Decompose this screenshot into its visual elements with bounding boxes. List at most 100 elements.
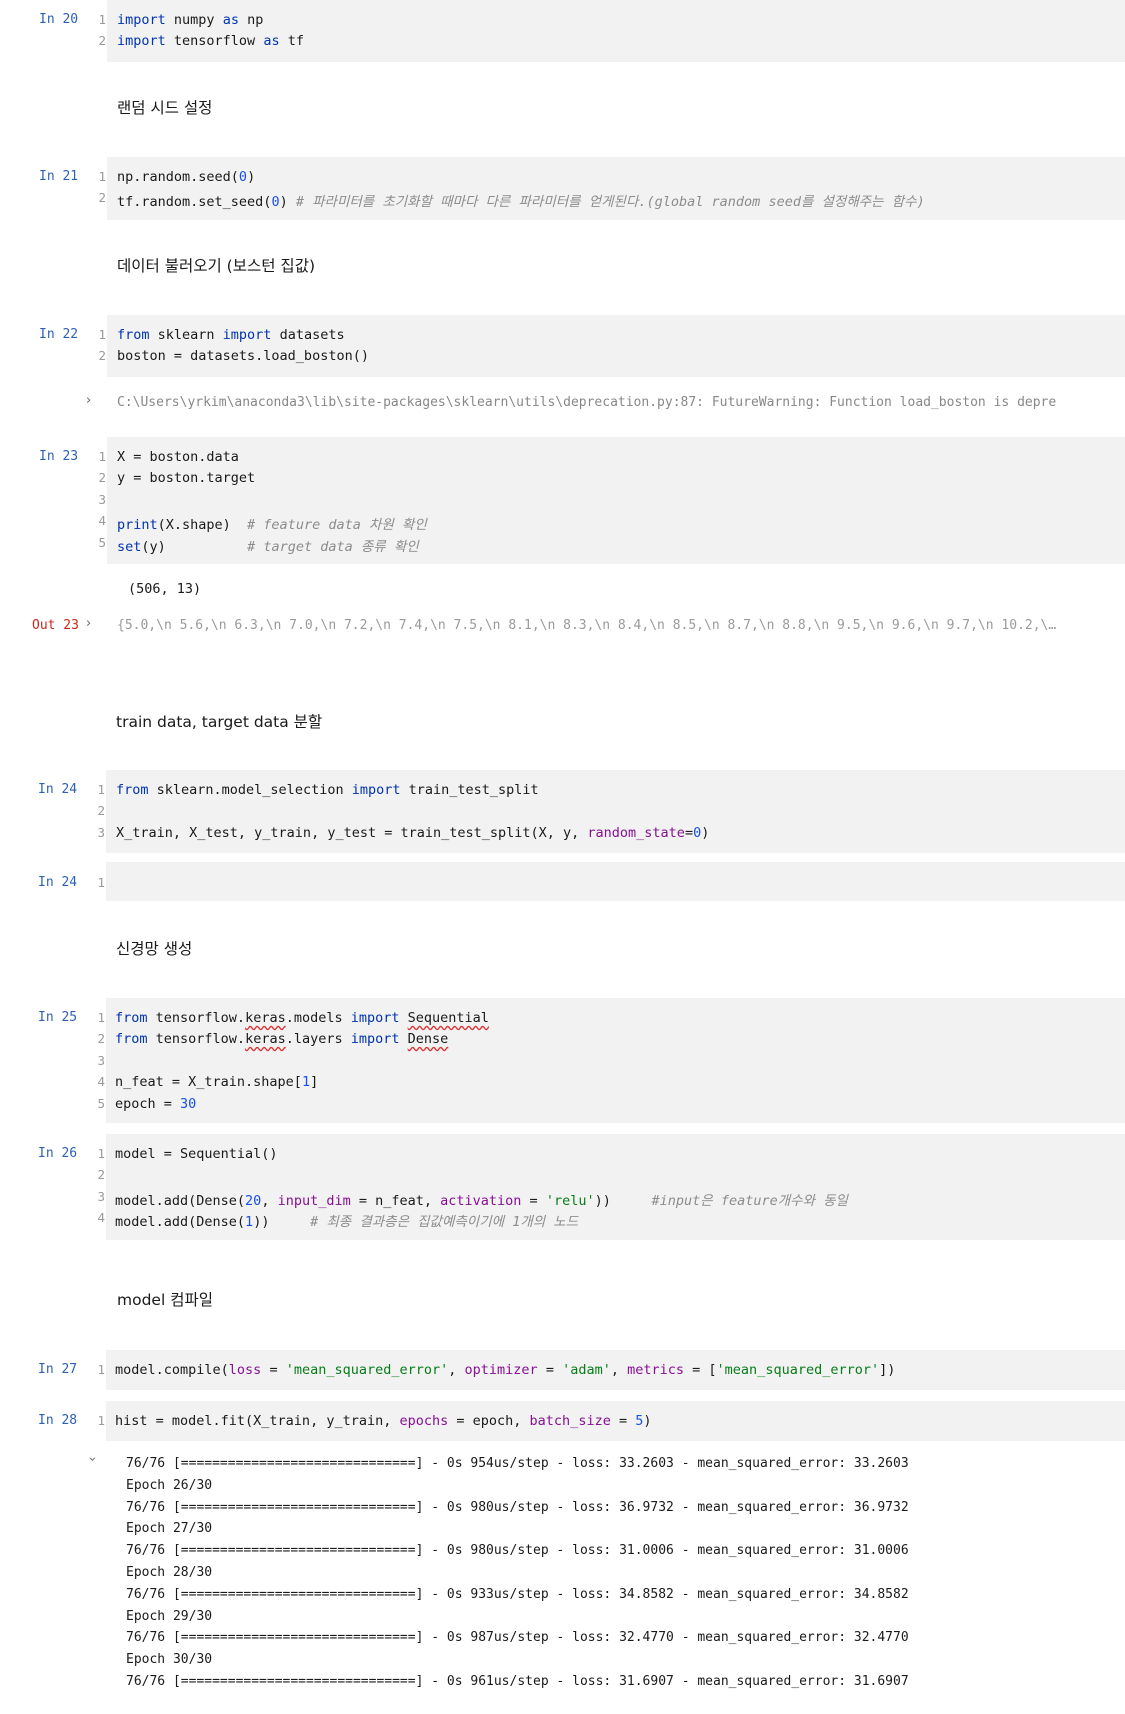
code-token: = — [537, 1362, 563, 1378]
log-line: Epoch 29/30 — [126, 1608, 213, 1624]
line-number: 1 — [98, 169, 106, 184]
line-numbers: 1 — [87, 1362, 105, 1383]
line-number: 1 — [97, 1010, 105, 1025]
code-token: = — [684, 824, 694, 841]
line-number: 1 — [98, 12, 106, 27]
line-numbers: 1 2 3 4 5 — [88, 449, 106, 556]
code-token: random_state — [587, 824, 685, 841]
code-line: n_feat = X_train.shape[1] — [115, 1074, 489, 1095]
code-token: ) — [247, 169, 256, 185]
code-editor[interactable]: np.random.seed(0) tf.random.set_seed(0) #… — [117, 169, 925, 212]
out-prompt: Out 23 — [32, 618, 79, 633]
code-line: import numpy as np — [117, 12, 304, 33]
code-token: hist = model.fit(X_train, y_train, — [115, 1413, 400, 1429]
code-token: np — [238, 12, 264, 28]
code-editor[interactable]: from sklearn.model_selection import trai… — [116, 782, 709, 846]
code-token: tensorflow — [165, 33, 264, 50]
code-token: # 파라미터를 초기화할 때마다 다른 파라미터를 얻게된다.(global r… — [295, 194, 925, 211]
code-token: = [ — [684, 1362, 717, 1378]
code-token: sklearn.model_selection — [148, 782, 352, 798]
code-editor[interactable]: from tensorflow.keras.models import Sequ… — [115, 1010, 489, 1117]
code-token: X = boston.data — [117, 449, 239, 465]
line-number: 4 — [97, 1074, 105, 1090]
code-token: 20 — [245, 1192, 262, 1209]
code-token: import — [222, 327, 272, 343]
code-line: boston = datasets.load_boston() — [117, 348, 369, 369]
code-token: .layers — [285, 1031, 351, 1048]
code-token: ]) — [879, 1362, 896, 1378]
line-number: 2 — [98, 190, 106, 206]
stdout-output: (506, 13) — [128, 581, 202, 597]
code-token: Sequential — [407, 1010, 489, 1026]
code-token: ) — [701, 824, 710, 841]
line-number: 3 — [97, 1188, 105, 1204]
code-line: from sklearn import datasets — [117, 327, 369, 348]
code-editor[interactable]: model = Sequential() model.add(Dense(20, … — [115, 1146, 848, 1232]
code-token: from — [116, 782, 149, 798]
code-token: 1 — [245, 1214, 254, 1231]
code-token: ) — [643, 1413, 652, 1429]
code-token: import — [117, 12, 166, 28]
code-editor[interactable]: import numpy as np import tensorflow as t… — [117, 12, 304, 55]
empty-code-cell[interactable] — [106, 862, 1125, 901]
markdown-heading: 데이터 불러오기 (보스턴 집값) — [117, 257, 315, 275]
line-numbers: 1 — [87, 1413, 105, 1434]
code-editor[interactable]: X = boston.data y = boston.target print(X.… — [117, 449, 427, 556]
code-editor[interactable]: hist = model.fit(X_train, y_train, epoch… — [115, 1413, 652, 1434]
code-token: epochs — [399, 1413, 449, 1429]
log-line: Epoch 28/30 — [126, 1564, 213, 1580]
line-number: 1 — [98, 327, 106, 342]
code-token: from — [117, 327, 150, 343]
markdown-heading: model 컴파일 — [117, 1291, 213, 1309]
code-token: import — [350, 1010, 400, 1026]
code-token: tensorflow. — [147, 1031, 246, 1048]
code-token: optimizer — [464, 1362, 538, 1378]
code-token: 0 — [693, 824, 702, 841]
line-number: 1 — [97, 1413, 105, 1428]
code-token: as — [263, 33, 280, 50]
code-token: = — [261, 1362, 286, 1378]
code-token: model.compile( — [115, 1362, 229, 1378]
code-token: )) — [594, 1192, 652, 1209]
chevron-right-icon[interactable]: › — [86, 616, 98, 631]
chevron-right-icon[interactable]: › — [86, 393, 98, 408]
chevron-down-icon[interactable]: › — [85, 1457, 100, 1469]
code-token: import — [351, 782, 401, 798]
code-line: model.compile(loss = 'mean_squared_error… — [115, 1362, 895, 1383]
log-line: 76/76 [==============================] -… — [126, 1673, 909, 1689]
code-line: model.add(Dense(20, input_dim = n_feat, … — [115, 1189, 848, 1210]
code-line: epoch = 30 — [115, 1096, 489, 1117]
code-editor[interactable]: model.compile(loss = 'mean_squared_error… — [115, 1362, 895, 1383]
line-number: 5 — [98, 534, 106, 550]
line-number: 5 — [97, 1095, 105, 1111]
code-token: metrics — [627, 1362, 685, 1378]
code-line: import tensorflow as tf — [117, 33, 304, 54]
code-token: keras — [245, 1010, 286, 1026]
line-numbers: 12 — [88, 169, 106, 212]
code-token: # 최종 결과층은 집값예측이기에 1개의 노드 — [310, 1214, 579, 1231]
code-token: set — [117, 538, 142, 555]
out-value: {5.0,\n 5.6,\n 6.3,\n 7.0,\n 7.2,\n 7.4,… — [117, 618, 1057, 633]
line-numbers: 1 — [87, 875, 105, 896]
log-line: 76/76 [==============================] -… — [126, 1586, 909, 1602]
markdown-heading: train data, target data 분할 — [116, 713, 323, 731]
log-line: 76/76 [==============================] -… — [126, 1499, 909, 1515]
code-token: n_feat = X_train.shape[ — [115, 1074, 302, 1091]
code-token: #input은 feature개수와 동일 — [651, 1192, 848, 1209]
code-token: model.add(Dense( — [115, 1214, 246, 1231]
code-token: = epoch, — [448, 1413, 530, 1429]
code-token: model.add(Dense( — [115, 1192, 246, 1209]
code-line: np.random.seed(0) — [117, 169, 925, 190]
code-editor[interactable]: from sklearn import datasets boston = dat… — [117, 327, 369, 370]
code-token: (y) — [141, 538, 248, 555]
code-token: # target data 종류 확인 — [247, 538, 419, 555]
line-number: 1 — [97, 1146, 105, 1161]
code-token: activation — [440, 1192, 522, 1209]
line-number: 2 — [97, 1031, 105, 1047]
line-number: 1 — [98, 449, 106, 464]
code-token: from — [115, 1031, 148, 1048]
line-number: 4 — [98, 513, 106, 529]
